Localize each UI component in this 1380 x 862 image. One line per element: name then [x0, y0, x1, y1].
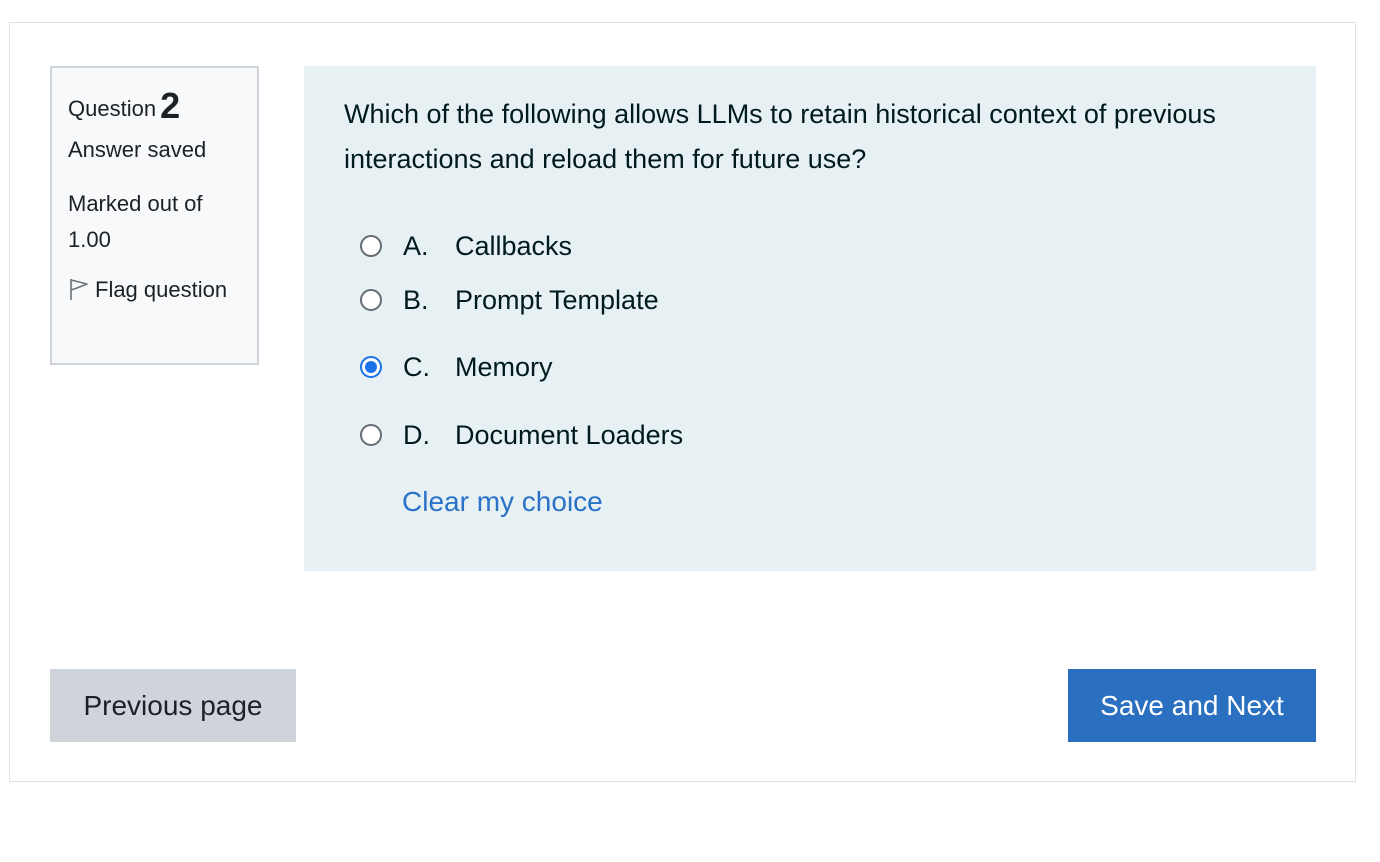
radio-button[interactable] — [360, 289, 382, 311]
flag-icon — [68, 277, 95, 302]
option-text: Document Loaders — [455, 419, 684, 450]
flag-question-toggle[interactable]: Flag question — [68, 272, 242, 307]
option-text: Callbacks — [455, 230, 573, 261]
question-text: Which of the following allows LLMs to re… — [344, 99, 1216, 174]
previous-page-button[interactable]: Previous page — [50, 669, 296, 742]
answer-option-d[interactable]: D. Document Loaders — [360, 415, 683, 455]
clear-choice-link[interactable]: Clear my choice — [402, 486, 603, 518]
answer-option-b[interactable]: B. Prompt Template — [360, 280, 659, 320]
option-letter: A. — [403, 230, 429, 261]
question-number-value: 2 — [160, 85, 181, 126]
option-letter: B. — [403, 284, 429, 315]
answer-state: Answer saved — [68, 137, 207, 162]
question-info-panel: Question 2 Answer saved Marked out of 1.0… — [50, 66, 259, 365]
flag-question-label: Flag question — [95, 277, 228, 302]
question-number: Question 2 — [68, 86, 242, 124]
radio-button[interactable] — [360, 424, 382, 446]
save-and-next-button[interactable]: Save and Next — [1068, 669, 1316, 742]
answer-option-c[interactable]: C. Memory — [360, 347, 553, 387]
option-text: Memory — [455, 351, 553, 382]
answer-option-a[interactable]: A. Callbacks — [360, 226, 572, 266]
question-label: Question — [68, 96, 157, 121]
option-letter: C. — [403, 351, 430, 382]
radio-button[interactable] — [360, 235, 382, 257]
question-content: Which of the following allows LLMs to re… — [304, 66, 1316, 571]
grade-info: Marked out of 1.00 — [68, 191, 203, 252]
option-text: Prompt Template — [455, 284, 659, 315]
option-letter: D. — [403, 419, 430, 450]
radio-button-selected[interactable] — [360, 356, 382, 378]
